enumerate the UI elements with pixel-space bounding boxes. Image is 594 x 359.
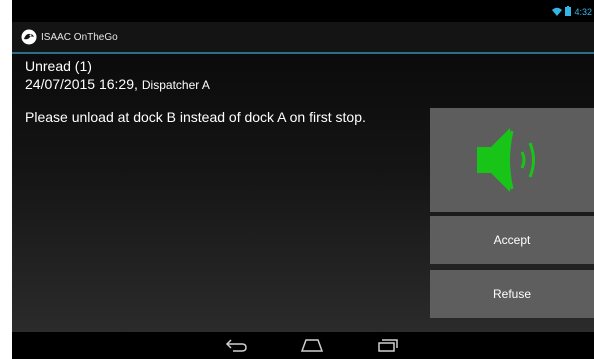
navigation-bar xyxy=(12,332,594,359)
message-detail: Unread (1) 24/07/2015 16:29, Dispatcher A… xyxy=(12,54,594,332)
play-audio-button[interactable] xyxy=(430,108,594,212)
status-indicators: 4:32 xyxy=(552,3,592,21)
message-datetime: 24/07/2015 16:29, xyxy=(25,76,138,92)
status-bar: 4:32 xyxy=(12,0,594,22)
message-meta: 24/07/2015 16:29, Dispatcher A xyxy=(25,76,210,92)
wifi-icon xyxy=(552,3,563,21)
refuse-button[interactable]: Refuse xyxy=(430,270,594,318)
app-title: ISAAC OnTheGo xyxy=(41,32,118,43)
message-body: Please unload at dock B instead of dock … xyxy=(25,109,366,125)
unread-heading: Unread (1) xyxy=(25,58,92,74)
app-logo-icon[interactable] xyxy=(21,29,37,45)
back-icon[interactable] xyxy=(225,337,249,358)
message-sender: Dispatcher A xyxy=(141,78,210,92)
speaker-icon xyxy=(477,128,535,192)
status-time: 4:32 xyxy=(574,7,592,17)
recents-icon[interactable] xyxy=(376,337,400,358)
accept-button[interactable]: Accept xyxy=(430,216,594,264)
home-icon[interactable] xyxy=(300,337,324,358)
device-screen: 4:32 ISAAC OnTheGo Unread (1) 24/07/2015… xyxy=(12,0,594,359)
action-bar: ISAAC OnTheGo xyxy=(12,22,594,54)
battery-icon xyxy=(565,3,572,21)
